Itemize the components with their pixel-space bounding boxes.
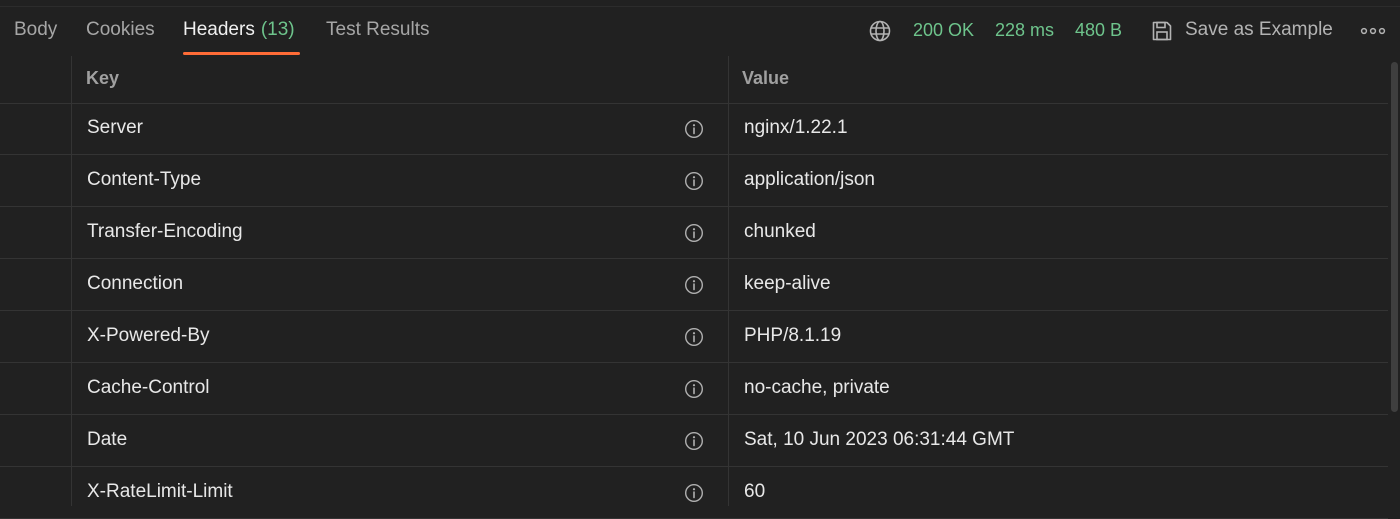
tab-test-results-label: Test Results	[326, 19, 430, 40]
header-key[interactable]: Content-Type	[87, 155, 201, 207]
tab-body[interactable]: Body	[14, 6, 57, 56]
tab-headers-count: (13)	[260, 19, 295, 40]
table-row: X-RateLimit-Limit 60	[0, 467, 1388, 519]
header-value[interactable]: nginx/1.22.1	[744, 103, 848, 155]
response-size[interactable]: 480 B	[1075, 6, 1122, 56]
table-row: Date Sat, 10 Jun 2023 06:31:44 GMT	[0, 415, 1388, 467]
save-icon[interactable]	[1150, 19, 1174, 43]
header-key[interactable]: X-RateLimit-Limit	[87, 467, 233, 519]
info-icon[interactable]	[684, 119, 704, 139]
info-icon[interactable]	[684, 483, 704, 503]
header-key[interactable]: Server	[87, 103, 143, 155]
tab-body-label: Body	[14, 19, 58, 40]
status-code[interactable]: 200 OK	[913, 6, 974, 56]
tab-cookies[interactable]: Cookies	[86, 6, 155, 56]
header-key[interactable]: Date	[87, 415, 127, 467]
table-row: X-Powered-By PHP/8.1.19	[0, 311, 1388, 363]
header-value[interactable]: keep-alive	[744, 259, 831, 311]
tab-cookies-label: Cookies	[86, 19, 155, 40]
table-row: Connection keep-alive	[0, 259, 1388, 311]
table-row: Content-Type application/json	[0, 155, 1388, 207]
info-icon[interactable]	[684, 223, 704, 243]
save-as-example-button[interactable]: Save as Example	[1185, 6, 1333, 56]
table-row: Cache-Control no-cache, private	[0, 363, 1388, 415]
tab-headers[interactable]: Headers (13)	[183, 6, 295, 56]
more-horizontal-icon[interactable]	[1360, 20, 1386, 42]
header-value[interactable]: 60	[744, 467, 765, 519]
info-icon[interactable]	[684, 327, 704, 347]
info-icon[interactable]	[684, 379, 704, 399]
tab-test-results[interactable]: Test Results	[326, 6, 429, 56]
header-value[interactable]: PHP/8.1.19	[744, 311, 841, 363]
header-key[interactable]: X-Powered-By	[87, 311, 210, 363]
info-icon[interactable]	[684, 275, 704, 295]
header-key[interactable]: Transfer-Encoding	[87, 207, 243, 259]
tab-headers-label: Headers	[183, 19, 255, 40]
active-tab-indicator	[183, 52, 300, 55]
info-icon[interactable]	[684, 431, 704, 451]
table-row: Transfer-Encoding chunked	[0, 207, 1388, 259]
column-header-value: Value	[742, 68, 790, 88]
info-icon[interactable]	[684, 171, 704, 191]
header-value[interactable]: no-cache, private	[744, 363, 890, 415]
table-header-row: Key Value	[0, 56, 1388, 104]
header-value[interactable]: Sat, 10 Jun 2023 06:31:44 GMT	[744, 415, 1014, 467]
header-value[interactable]: chunked	[744, 207, 816, 259]
headers-table: Key Value Server nginx/1.22.1 Content-Type…	[0, 56, 1388, 519]
vertical-scrollbar[interactable]	[1391, 62, 1398, 412]
header-key[interactable]: Cache-Control	[87, 363, 210, 415]
response-time[interactable]: 228 ms	[995, 6, 1054, 56]
header-key[interactable]: Connection	[87, 259, 183, 311]
table-row: Server nginx/1.22.1	[0, 103, 1388, 155]
globe-icon[interactable]	[868, 19, 892, 43]
header-value[interactable]: application/json	[744, 155, 875, 207]
column-header-key: Key	[86, 68, 120, 88]
